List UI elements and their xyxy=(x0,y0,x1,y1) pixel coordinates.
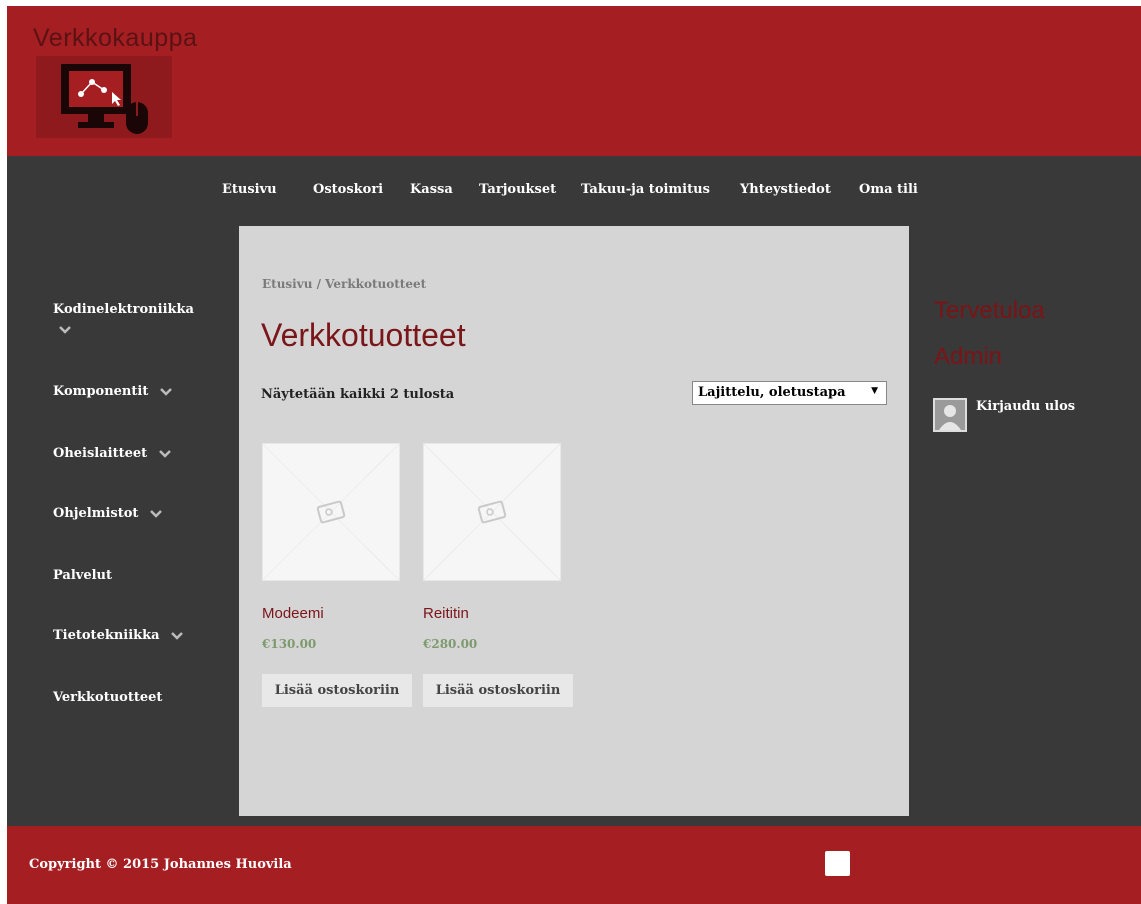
logout-link[interactable]: Kirjaudu ulos xyxy=(976,399,1075,414)
product-price: €130.00 xyxy=(262,637,317,651)
product-image[interactable] xyxy=(262,443,400,581)
image-placeholder-icon xyxy=(423,443,561,581)
copyright-text: Copyright © 2015 Johannes Huovila xyxy=(29,857,292,872)
chevron-down-icon[interactable] xyxy=(170,631,184,641)
chevron-down-icon[interactable] xyxy=(58,325,72,335)
sidebar-item-oheislaitteet[interactable]: Oheislaitteet xyxy=(53,446,172,461)
sidebar-item-ohjelmistot[interactable]: Ohjelmistot xyxy=(53,506,163,521)
footer-widget-button[interactable] xyxy=(825,851,850,876)
category-sidebar: Kodinelektroniikka Komponentit Oheislait… xyxy=(7,228,239,826)
breadcrumb[interactable]: Etusivu / Verkkotuotteet xyxy=(262,277,426,291)
user-panel: Tervetuloa Admin Kirjaudu ulos xyxy=(909,228,1141,826)
welcome-username: Admin xyxy=(934,343,1003,370)
nav-item-oma-tili[interactable]: Oma tili xyxy=(859,182,918,197)
nav-item-takuu-ja-toimitus[interactable]: Takuu-ja toimitus xyxy=(581,182,710,197)
welcome-line: Tervetuloa xyxy=(934,297,1045,324)
sidebar-item-label: Kodinelektroniikka xyxy=(53,302,194,317)
nav-item-etusivu[interactable]: Etusivu xyxy=(222,182,277,197)
main-content: Etusivu / Verkkotuotteet Verkkotuotteet … xyxy=(239,226,909,816)
sidebar-item-label: Komponentit xyxy=(53,384,149,399)
page-title: Verkkotuotteet xyxy=(261,317,466,353)
sidebar-item-verkkotuotteet[interactable]: Verkkotuotteet xyxy=(53,690,162,705)
nav-item-yhteystiedot[interactable]: Yhteystiedot xyxy=(740,182,831,197)
nav-item-tarjoukset[interactable]: Tarjoukset xyxy=(479,182,556,197)
product-name[interactable]: Reititin xyxy=(423,605,469,622)
add-to-cart-button[interactable]: Lisää ostoskoriin xyxy=(423,674,573,707)
product-image[interactable] xyxy=(423,443,561,581)
sidebar-item-label: Verkkotuotteet xyxy=(53,690,163,705)
sidebar-item-label: Tietotekniikka xyxy=(53,628,160,643)
image-placeholder-icon xyxy=(262,443,400,581)
monitor-network-mouse-icon xyxy=(61,64,148,134)
sort-select[interactable]: Lajittelu, oletustapa ▼ xyxy=(692,381,887,405)
chevron-down-icon[interactable] xyxy=(158,449,172,459)
nav-item-kassa[interactable]: Kassa xyxy=(410,182,453,197)
chevron-down-icon[interactable] xyxy=(159,387,173,397)
product-price: €280.00 xyxy=(423,637,478,651)
result-count: Näytetään kaikki 2 tulosta xyxy=(261,387,455,402)
site-title[interactable]: Verkkokauppa xyxy=(33,24,197,53)
logo[interactable] xyxy=(36,56,172,138)
page: Verkkokauppa Etusivu Ostoskori Kassa Tar… xyxy=(7,6,1141,904)
top-navigation: Etusivu Ostoskori Kassa Tarjoukset Takuu… xyxy=(7,156,1141,228)
site-header: Verkkokauppa xyxy=(7,6,1141,156)
sidebar-item-komponentit[interactable]: Komponentit xyxy=(53,384,173,399)
add-to-cart-button[interactable]: Lisää ostoskoriin xyxy=(262,674,412,707)
sidebar-item-kodinelektroniikka[interactable]: Kodinelektroniikka xyxy=(53,302,194,335)
nav-item-ostoskori[interactable]: Ostoskori xyxy=(313,182,383,197)
user-avatar-icon xyxy=(933,398,967,432)
sidebar-item-palvelut[interactable]: Palvelut xyxy=(53,568,112,583)
welcome-heading: Tervetuloa Admin xyxy=(934,288,1045,380)
sidebar-item-tietotekniikka[interactable]: Tietotekniikka xyxy=(53,628,184,643)
dropdown-arrow-icon: ▼ xyxy=(871,386,878,396)
product-name[interactable]: Modeemi xyxy=(262,605,324,622)
site-footer: Copyright © 2015 Johannes Huovila xyxy=(7,826,1141,904)
sidebar-item-label: Oheislaitteet xyxy=(53,446,148,461)
sidebar-item-label: Palvelut xyxy=(53,568,113,583)
sort-select-value: Lajittelu, oletustapa xyxy=(698,385,846,400)
sidebar-item-label: Ohjelmistot xyxy=(53,506,139,521)
chevron-down-icon[interactable] xyxy=(149,509,163,519)
user-avatar-icon-glyph xyxy=(935,400,965,430)
